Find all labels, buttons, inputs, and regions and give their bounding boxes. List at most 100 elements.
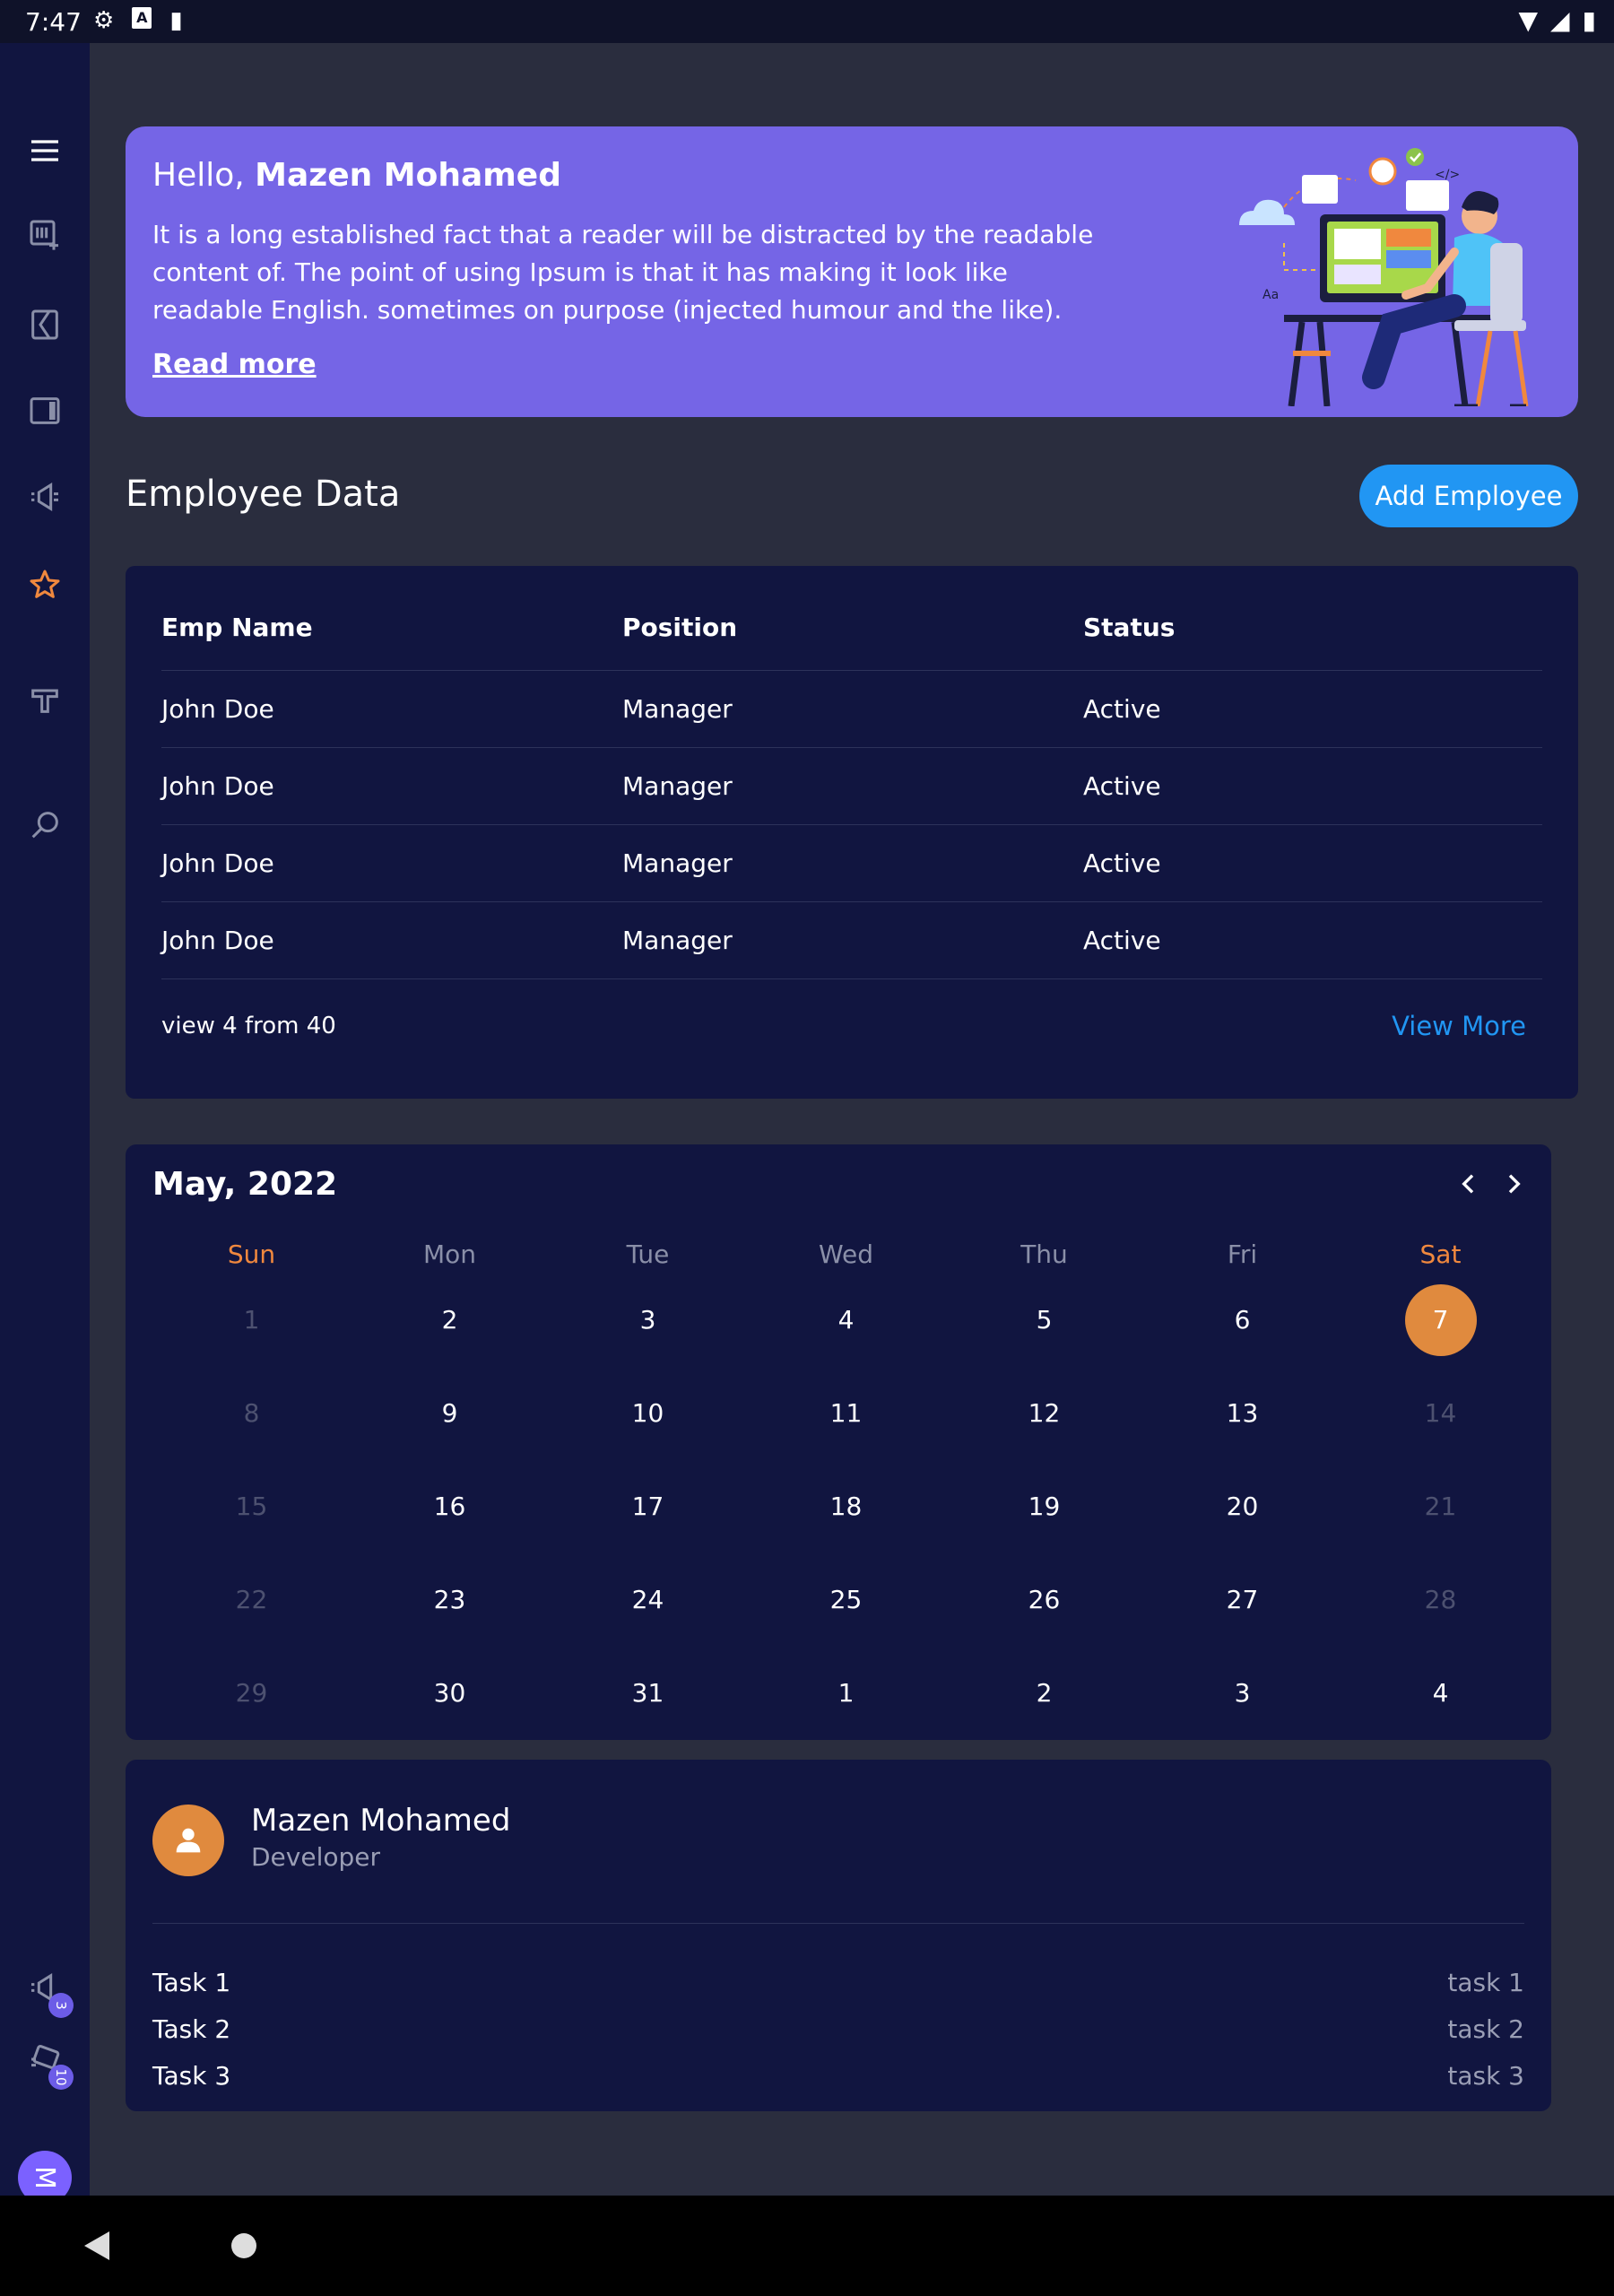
calendar-day-number: 18: [829, 1492, 863, 1521]
task-item[interactable]: Task 1 task 1: [152, 1959, 1524, 2005]
calendar-day-selected[interactable]: 7: [1341, 1279, 1540, 1372]
calendar-day[interactable]: 23: [351, 1559, 549, 1652]
star-icon[interactable]: [23, 563, 66, 606]
calendar-day[interactable]: 16: [351, 1465, 549, 1559]
calendar-day[interactable]: 18: [747, 1465, 945, 1559]
campaign-icon[interactable]: 3: [23, 1966, 74, 2018]
calendar-day[interactable]: 27: [1143, 1559, 1341, 1652]
search-icon[interactable]: [23, 804, 66, 847]
playlist-add-icon[interactable]: [23, 213, 66, 257]
calendar-day-number: 3: [639, 1305, 656, 1335]
profile-task-card: Mazen Mohamed Developer Task 1 task 1 Ta…: [126, 1760, 1551, 2111]
calendar-day[interactable]: 17: [549, 1465, 747, 1559]
calendar-day[interactable]: 5: [945, 1279, 1143, 1372]
calendar-day-number: 24: [631, 1585, 664, 1614]
column-header-status[interactable]: Status: [1083, 584, 1542, 671]
calendar-day[interactable]: 31: [549, 1652, 747, 1745]
home-icon[interactable]: [231, 2233, 256, 2258]
table-row[interactable]: John Doe Manager Active: [161, 824, 1542, 902]
calendar-day[interactable]: 28: [1341, 1559, 1540, 1652]
calendar-day[interactable]: 12: [945, 1372, 1143, 1465]
employee-section-title: Employee Data: [126, 474, 401, 515]
status-cell: Active: [1083, 901, 1542, 979]
weekday-header: Mon: [422, 1239, 477, 1269]
calendar-day[interactable]: 3: [549, 1279, 747, 1372]
calendar-day[interactable]: 1: [152, 1279, 351, 1372]
label-icon[interactable]: [23, 678, 66, 721]
calendar-day[interactable]: 9: [351, 1372, 549, 1465]
employee-table-card: Emp Name Position Status John Doe Manage…: [126, 566, 1578, 1099]
calendar-day-number: 26: [1028, 1585, 1061, 1614]
column-header-position[interactable]: Position: [622, 584, 1083, 671]
calendar-next-button[interactable]: [1492, 1162, 1535, 1205]
devices-icon[interactable]: 10: [23, 2038, 74, 2090]
calendar-day[interactable]: 10: [549, 1372, 747, 1465]
book-icon[interactable]: [23, 303, 66, 346]
status-time: 7:47: [25, 7, 82, 37]
employee-table: Emp Name Position Status John Doe Manage…: [161, 584, 1542, 979]
calendar-day-number: 11: [829, 1398, 863, 1428]
calendar-grid: Sun Mon Tue Wed Thu Fri Sat 1 2 3 4 5 6 7 8 9 10 11 12 13 14…: [152, 1231, 1542, 1745]
back-icon[interactable]: [84, 2231, 109, 2260]
emp-name-cell: John Doe: [161, 824, 622, 902]
calendar-day-number: 4: [837, 1305, 855, 1335]
task-item[interactable]: Task 2 task 2: [152, 2005, 1524, 2052]
table-row[interactable]: John Doe Manager Active: [161, 747, 1542, 825]
calendar-day[interactable]: 6: [1143, 1279, 1341, 1372]
calendar-day[interactable]: 14: [1341, 1372, 1540, 1465]
calendar-day[interactable]: 2: [351, 1279, 549, 1372]
status-right-icons: ▼ ◢ ▮: [1518, 5, 1596, 35]
calendar-day[interactable]: 2: [945, 1652, 1143, 1745]
calendar-day-number: 6: [1234, 1305, 1251, 1335]
calendar-day[interactable]: 4: [1341, 1652, 1540, 1745]
menu-icon[interactable]: [23, 129, 66, 172]
weekday-header: Sun: [227, 1239, 276, 1269]
notification-badge: 3: [48, 1993, 74, 2018]
calendar-day[interactable]: 25: [747, 1559, 945, 1652]
table-header-row: Emp Name Position Status: [161, 584, 1542, 671]
table-row[interactable]: John Doe Manager Active: [161, 670, 1542, 748]
calendar-prev-button[interactable]: [1447, 1162, 1490, 1205]
calendar-day-number: 30: [433, 1678, 466, 1708]
calendar-day[interactable]: 20: [1143, 1465, 1341, 1559]
calendar-day[interactable]: 19: [945, 1465, 1143, 1559]
calendar-day[interactable]: 26: [945, 1559, 1143, 1652]
table-row[interactable]: John Doe Manager Active: [161, 901, 1542, 979]
calendar-day[interactable]: 3: [1143, 1652, 1341, 1745]
calendar-day-number: 1: [837, 1678, 855, 1708]
calendar-day[interactable]: 29: [152, 1652, 351, 1745]
profile-avatar[interactable]: [152, 1805, 224, 1876]
position-cell: Manager: [622, 747, 1083, 825]
calendar-day-number: 13: [1226, 1398, 1259, 1428]
calendar-day-number: 27: [1226, 1585, 1259, 1614]
position-cell: Manager: [622, 901, 1083, 979]
view-more-link[interactable]: View More: [1392, 1011, 1526, 1041]
calendar-day[interactable]: 13: [1143, 1372, 1341, 1465]
calendar-day[interactable]: 30: [351, 1652, 549, 1745]
task-label: Task 3: [152, 2060, 231, 2091]
calendar-day[interactable]: 24: [549, 1559, 747, 1652]
calendar-day[interactable]: 4: [747, 1279, 945, 1372]
developer-illustration-icon: </> Aa: [1239, 148, 1529, 406]
calendar-day-number: 17: [631, 1492, 664, 1521]
campaign-icon[interactable]: [23, 475, 66, 518]
chevron-left-icon: [1462, 1174, 1474, 1194]
calendar-day[interactable]: 15: [152, 1465, 351, 1559]
calendar-day[interactable]: 1: [747, 1652, 945, 1745]
calendar-month-title: May, 2022: [152, 1166, 338, 1203]
weekday-header: Fri: [1227, 1239, 1258, 1269]
tablet-icon[interactable]: [23, 389, 66, 432]
calendar-day[interactable]: 11: [747, 1372, 945, 1465]
calendar-day[interactable]: 22: [152, 1559, 351, 1652]
task-item[interactable]: Task 3 task 3: [152, 2052, 1524, 2099]
calendar-day-number: 25: [829, 1585, 863, 1614]
column-header-emp-name[interactable]: Emp Name: [161, 584, 622, 671]
calendar-day-number: 22: [235, 1585, 268, 1614]
calendar-day[interactable]: 8: [152, 1372, 351, 1465]
calendar-day[interactable]: 21: [1341, 1465, 1540, 1559]
calendar-day-number: 8: [243, 1398, 260, 1428]
weekday-header: Sat: [1419, 1239, 1462, 1269]
read-more-link[interactable]: Read more: [152, 349, 317, 380]
task-label: Task 2: [152, 2013, 231, 2044]
add-employee-button[interactable]: Add Employee: [1359, 465, 1578, 527]
